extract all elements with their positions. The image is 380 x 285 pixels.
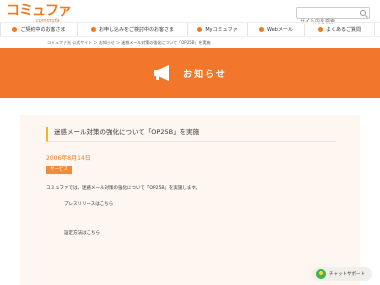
press-release-link[interactable]: プレスリリースはこちら	[64, 201, 113, 207]
page-header-banner: お知らせ	[0, 48, 380, 98]
bullet-icon	[259, 27, 265, 32]
page-title: お知らせ	[183, 69, 227, 80]
nav-item-prospective-customers[interactable]: お申し込みをご検討中のお客さま	[78, 23, 188, 36]
breadcrumb[interactable]: コミュファ光 公式サイト ＞ お知らせ ＞ 迷惑メール対策の強化について「OP2…	[47, 40, 211, 46]
bullet-icon	[197, 27, 203, 32]
article-title: 迷惑メール対策の強化について「OP25B」を実施	[46, 127, 336, 142]
search-box[interactable]	[296, 7, 370, 27]
megaphone-icon	[154, 65, 170, 81]
global-nav: ご契約中のお客さま お申し込みをご検討中のお客さま Myコミュファ Webメール…	[0, 22, 380, 37]
bullet-icon	[90, 27, 96, 32]
bullet-icon	[317, 27, 323, 32]
nav-label: Myコミュファ	[205, 27, 238, 33]
nav-label: Webメール	[267, 27, 293, 33]
nav-item-webmail[interactable]: Webメール	[248, 23, 305, 36]
logo-text: コミュファ	[6, 3, 72, 19]
nav-label: よくあるご質問	[325, 27, 361, 33]
article-body: コミュファでは、迷惑メール対策の強化について「OP25B」を実施します。	[46, 186, 200, 191]
chat-label: チャットサポート	[329, 272, 365, 277]
chat-avatar-icon	[316, 269, 326, 279]
article-date: 2006年8月14日	[46, 155, 91, 162]
nav-label: お申し込みをご検討中のお客さま	[98, 27, 174, 33]
nav-item-faq[interactable]: よくあるご質問	[305, 23, 375, 36]
article-container: 迷惑メール対策の強化について「OP25B」を実施 2006年8月14日 サービス…	[20, 115, 360, 285]
nav-item-contract-customers[interactable]: ご契約中のお客さま	[0, 23, 78, 36]
nav-label: ご契約中のお客さま	[20, 27, 66, 33]
chat-support-button[interactable]: チャットサポート	[312, 267, 372, 281]
setup-guide-link[interactable]: 設定方法はこちら	[64, 230, 100, 236]
search-icon[interactable]	[360, 10, 366, 16]
nav-item-my-commufa[interactable]: Myコミュファ	[188, 23, 248, 36]
bullet-icon	[12, 27, 18, 32]
category-badge: サービス	[46, 166, 72, 174]
